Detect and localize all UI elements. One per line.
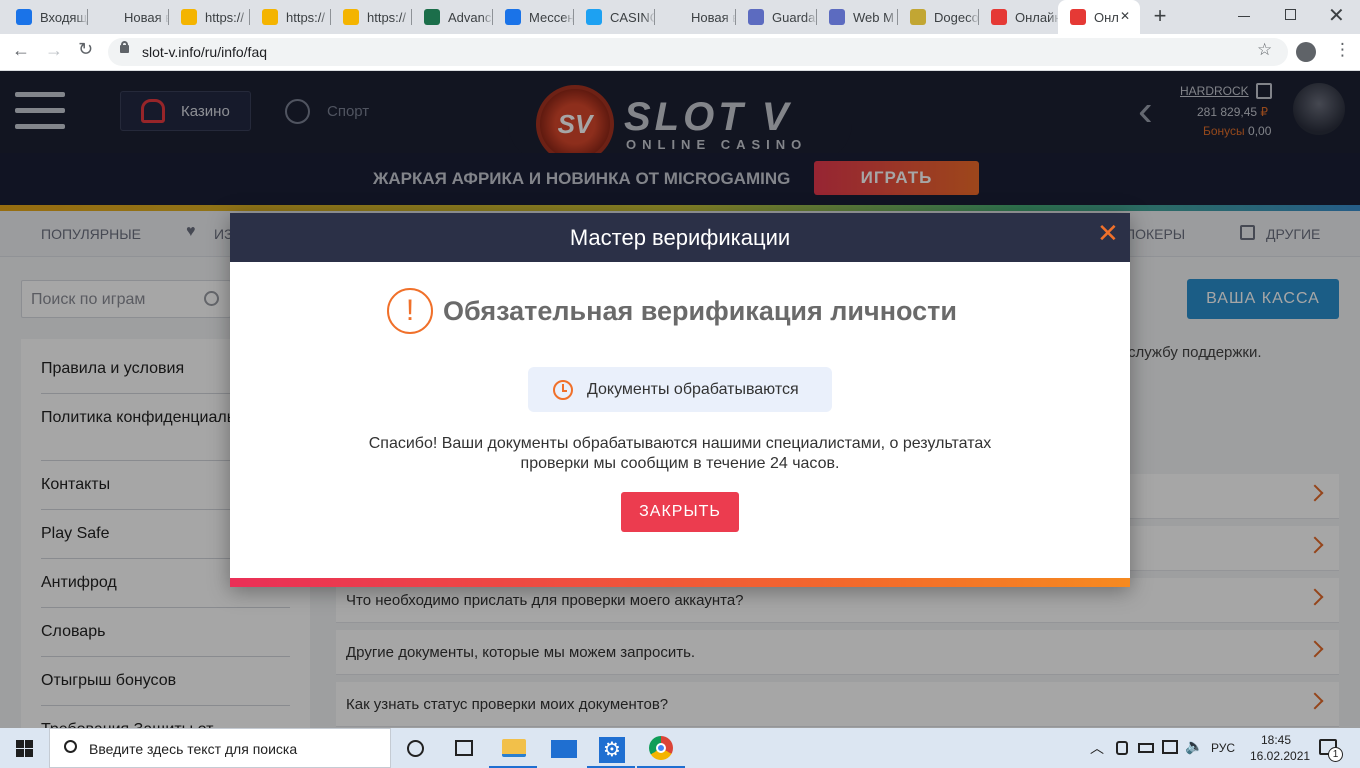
modal-message: Спасибо! Ваши документы обрабатываются н…	[368, 435, 992, 472]
modal-footer-stripe	[230, 578, 1130, 587]
browser-tab-title: https://	[205, 9, 245, 25]
minimize-button[interactable]	[1238, 16, 1250, 17]
browser-tab-title: Входящ	[40, 9, 88, 25]
shield-icon	[829, 9, 845, 25]
close-button[interactable]: ЗАКРЫТЬ	[621, 492, 739, 532]
windows-start-icon[interactable]	[16, 740, 33, 757]
browser-tab[interactable]: Guarda	[736, 0, 817, 34]
profile-icon[interactable]	[1296, 42, 1316, 62]
modal-close-icon[interactable]: ✕	[1097, 220, 1119, 246]
browser-tab[interactable]: Онл ✕	[1058, 0, 1140, 34]
browser-tab-title: CASINC	[610, 9, 655, 25]
reload-icon[interactable]: ↻	[78, 39, 93, 60]
slotv-icon	[991, 9, 1007, 25]
tray-battery-icon[interactable]	[1138, 743, 1154, 753]
taskbar-search-placeholder: Введите здесь текст для поиска	[89, 741, 298, 757]
browser-tab-title: Онл	[1094, 9, 1119, 25]
file-explorer-icon[interactable]	[502, 739, 526, 757]
search-icon	[64, 740, 77, 753]
windows-tiles-icon	[343, 9, 359, 25]
address-bar[interactable]: slot-v.info/ru/info/faq	[108, 38, 1288, 66]
browser-tab[interactable]: Advanc	[412, 0, 493, 34]
clock-icon	[553, 379, 573, 400]
browser-tab[interactable]: https://	[169, 0, 250, 34]
browser-tab[interactable]: Онлайн	[979, 0, 1060, 34]
tray-language[interactable]: РУС	[1211, 741, 1235, 755]
verification-modal: Мастер верификации ✕ ! Обязательная вери…	[230, 213, 1130, 587]
browser-tab[interactable]: Новая вкла	[655, 0, 736, 34]
star-icon	[424, 9, 440, 25]
chrome-icon[interactable]	[649, 736, 673, 760]
modal-title: Мастер верификации	[569, 224, 791, 250]
task-view-icon[interactable]	[455, 740, 473, 756]
modal-heading: Обязательная верификация личности	[443, 296, 957, 326]
browser-tab[interactable]: Новая вкла	[88, 0, 169, 34]
menu-dots-icon[interactable]: ⋮	[1334, 40, 1351, 60]
shield-icon	[748, 9, 764, 25]
browser-tab[interactable]: Web M	[817, 0, 898, 34]
chat-icon	[505, 9, 521, 25]
browser-tab[interactable]: CASINC	[574, 0, 655, 34]
browser-tab[interactable]: Dogeco	[898, 0, 979, 34]
browser-tab[interactable]: https://	[250, 0, 331, 34]
browser-toolbar: ← → ↻ slot-v.info/ru/info/faq ☆ ⋮	[0, 34, 1360, 71]
browser-tab-title: Мессен	[529, 9, 574, 25]
status-badge: Документы обрабатываются	[528, 367, 832, 412]
tray-chevron-icon[interactable]: ︿	[1090, 738, 1104, 758]
browser-tab-title: https://	[286, 9, 326, 25]
windows-taskbar: Введите здесь текст для поиска ⚙ ︿ 🔈 РУС…	[0, 728, 1360, 768]
blank-tab-icon	[100, 9, 116, 25]
modal-header: Мастер верификации	[230, 213, 1130, 262]
twitter-icon	[586, 9, 602, 25]
browser-tab[interactable]: Мессен	[493, 0, 574, 34]
browser-tab[interactable]: Входящ	[4, 0, 88, 34]
status-text: Документы обрабатываются	[587, 380, 799, 398]
browser-tab-title: https://	[367, 9, 407, 25]
taskbar-search-box[interactable]: Введите здесь текст для поиска	[49, 728, 391, 768]
browser-tab-title: Новая вкла	[691, 9, 736, 25]
address-text: slot-v.info/ru/info/faq	[142, 44, 268, 60]
slotv-icon	[1070, 9, 1086, 25]
close-tab-icon[interactable]: ✕	[1120, 9, 1130, 23]
tray-clock[interactable]: 18:45 16.02.2021	[1250, 732, 1310, 764]
notification-count-badge: 1	[1328, 747, 1343, 762]
browser-tab-strip: Входящ Новая вкла https:// https:// https://…	[0, 0, 1360, 34]
browser-tab-title: Advanc	[448, 9, 492, 25]
windows-tiles-icon	[262, 9, 278, 25]
gmail-icon	[16, 9, 32, 25]
warning-icon: !	[387, 288, 433, 334]
close-window-button[interactable]: ✕	[1328, 3, 1345, 28]
tray-volume-icon[interactable]: 🔈	[1185, 737, 1204, 755]
mail-icon[interactable]	[551, 740, 577, 758]
windows-tiles-icon	[181, 9, 197, 25]
forward-icon[interactable]: →	[45, 40, 63, 61]
browser-tab-title: Новая вкла	[124, 9, 169, 25]
bookmark-star-icon[interactable]: ☆	[1257, 40, 1272, 60]
browser-tab-title: Web M	[853, 9, 894, 25]
settings-app-icon[interactable]: ⚙	[599, 737, 625, 763]
new-tab-button[interactable]: +	[1148, 5, 1172, 29]
browser-tab-title: Guarda	[772, 9, 816, 25]
browser-tab[interactable]: https://	[331, 0, 412, 34]
browser-tab-title: Dogeco	[934, 9, 979, 25]
cortana-icon[interactable]	[407, 740, 424, 757]
blank-tab-icon	[667, 9, 683, 25]
tray-device-icon[interactable]	[1116, 741, 1128, 755]
tray-network-icon[interactable]	[1162, 740, 1178, 754]
dogecoin-icon	[910, 9, 926, 25]
back-icon[interactable]: ←	[12, 40, 30, 61]
browser-tab-title: Онлайн	[1015, 9, 1060, 25]
restore-button[interactable]	[1285, 9, 1296, 20]
